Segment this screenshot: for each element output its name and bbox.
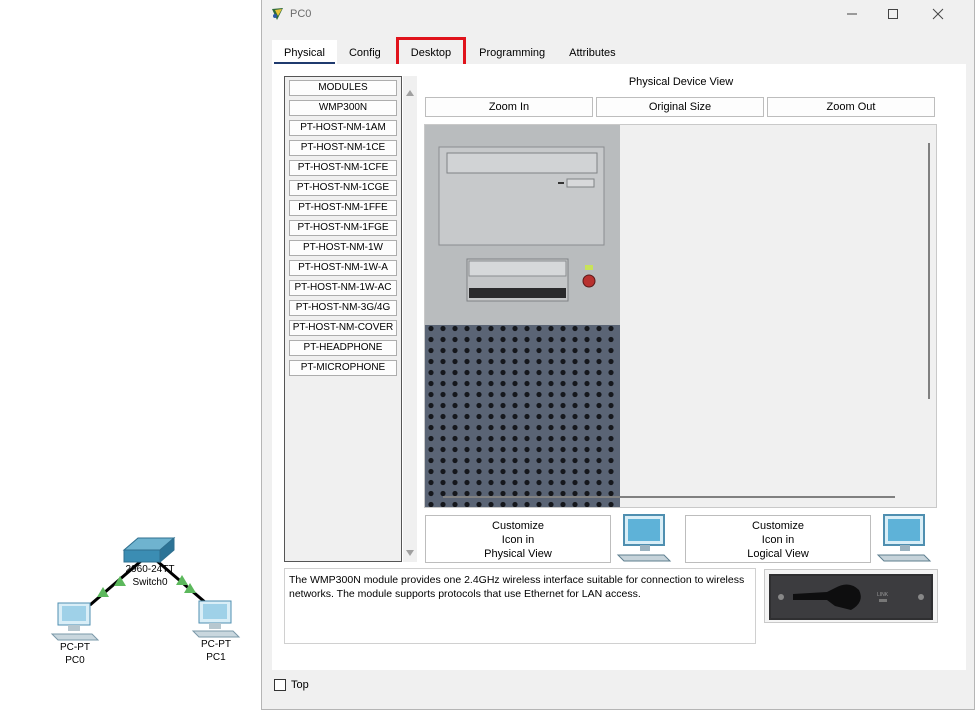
zoom-in-button[interactable]: Zoom In xyxy=(425,97,593,117)
tab-programming[interactable]: Programming xyxy=(467,40,557,64)
maximize-icon xyxy=(888,9,898,19)
scroll-down-icon[interactable] xyxy=(406,550,414,556)
wmp300n-module-icon: LINK xyxy=(769,574,933,620)
physical-view-title: Physical Device View xyxy=(628,76,734,88)
tab-bar: Physical Config Desktop Programming Attr… xyxy=(272,37,628,67)
module-item[interactable]: PT-HOST-NM-1CFE xyxy=(289,160,397,176)
physical-tab-panel: MODULES WMP300N PT-HOST-NM-1AM PT-HOST-N… xyxy=(272,64,966,670)
module-item[interactable]: PT-HOST-NM-1W-A xyxy=(289,260,397,276)
pc-tower-image xyxy=(425,125,936,507)
scroll-up-icon[interactable] xyxy=(406,90,414,96)
pc1-type: PC-PT xyxy=(201,639,231,650)
maximize-button[interactable] xyxy=(878,4,908,24)
module-item[interactable]: PT-HOST-NM-1CE xyxy=(289,140,397,156)
device-viewport[interactable] xyxy=(424,124,937,508)
module-item[interactable]: WMP300N xyxy=(289,100,397,116)
module-item[interactable]: PT-HEADPHONE xyxy=(289,340,397,356)
scrollbar-arrows xyxy=(406,90,414,556)
minimize-button[interactable] xyxy=(837,4,867,24)
close-button[interactable] xyxy=(923,4,953,24)
topology-links xyxy=(50,536,241,641)
switch-model: 2960-24TT xyxy=(125,564,175,575)
pc1-icon[interactable] xyxy=(191,600,241,638)
module-item[interactable]: PT-HOST-NM-1FFE xyxy=(289,200,397,216)
packet-tracer-icon xyxy=(272,8,283,20)
tab-attributes[interactable]: Attributes xyxy=(557,40,627,64)
logical-pc-icon[interactable] xyxy=(876,513,932,563)
top-checkbox[interactable]: Top xyxy=(274,679,309,691)
top-checkbox-label: Top xyxy=(291,679,309,691)
module-item[interactable]: PT-HOST-NM-COVER xyxy=(289,320,397,336)
original-size-button[interactable]: Original Size xyxy=(596,97,764,117)
close-icon xyxy=(932,8,944,20)
customize-logical-button[interactable]: Customize Icon in Logical View xyxy=(685,515,871,563)
module-item[interactable]: PT-MICROPHONE xyxy=(289,360,397,376)
module-item[interactable]: PT-HOST-NM-1FGE xyxy=(289,220,397,236)
top-checkbox-box[interactable] xyxy=(274,679,286,691)
module-item[interactable]: PT-HOST-NM-1CGE xyxy=(289,180,397,196)
switch-icon[interactable] xyxy=(122,536,176,564)
switch-label: 2960-24TT Switch0 xyxy=(118,563,182,589)
module-list-header: MODULES xyxy=(289,80,397,96)
switch-name: Switch0 xyxy=(132,577,168,588)
module-item[interactable]: PT-HOST-NM-3G/4G xyxy=(289,300,397,316)
module-description: The WMP300N module provides one 2.4GHz w… xyxy=(284,568,756,644)
physical-pc-icon[interactable] xyxy=(616,513,672,563)
title-bar[interactable]: PC0 xyxy=(262,0,974,28)
zoom-out-button[interactable]: Zoom Out xyxy=(767,97,935,117)
pc0-type: PC-PT xyxy=(60,642,90,653)
viewport-vscrollbar[interactable] xyxy=(928,143,930,399)
module-item[interactable]: PT-HOST-NM-1AM xyxy=(289,120,397,136)
pc1-label: PC-PT PC1 xyxy=(191,638,241,664)
module-item[interactable]: PT-HOST-NM-1W xyxy=(289,240,397,256)
module-link-label: LINK xyxy=(877,592,889,598)
customize-physical-button[interactable]: Customize Icon in Physical View xyxy=(425,515,611,563)
topology-canvas: 2960-24TT Switch0 PC-PT PC0 PC-PT PC1 xyxy=(0,0,262,717)
pc0-name: PC0 xyxy=(65,655,85,666)
module-image: LINK xyxy=(764,569,938,623)
tab-config[interactable]: Config xyxy=(337,40,393,64)
pc0-label: PC-PT PC0 xyxy=(50,641,100,667)
pc0-icon[interactable] xyxy=(50,602,100,641)
minimize-icon xyxy=(847,13,857,15)
pc1-name: PC1 xyxy=(206,652,226,663)
module-list[interactable]: MODULES WMP300N PT-HOST-NM-1AM PT-HOST-N… xyxy=(284,76,402,562)
module-item[interactable]: PT-HOST-NM-1W-AC xyxy=(289,280,397,296)
device-window: PC0 Physical Config Desktop Programming … xyxy=(261,0,975,710)
window-title: PC0 xyxy=(290,8,312,20)
module-list-scrollbar[interactable] xyxy=(403,76,417,562)
tab-physical[interactable]: Physical xyxy=(272,40,337,65)
tab-desktop[interactable]: Desktop xyxy=(395,37,467,67)
viewport-hscrollbar[interactable] xyxy=(443,496,895,498)
